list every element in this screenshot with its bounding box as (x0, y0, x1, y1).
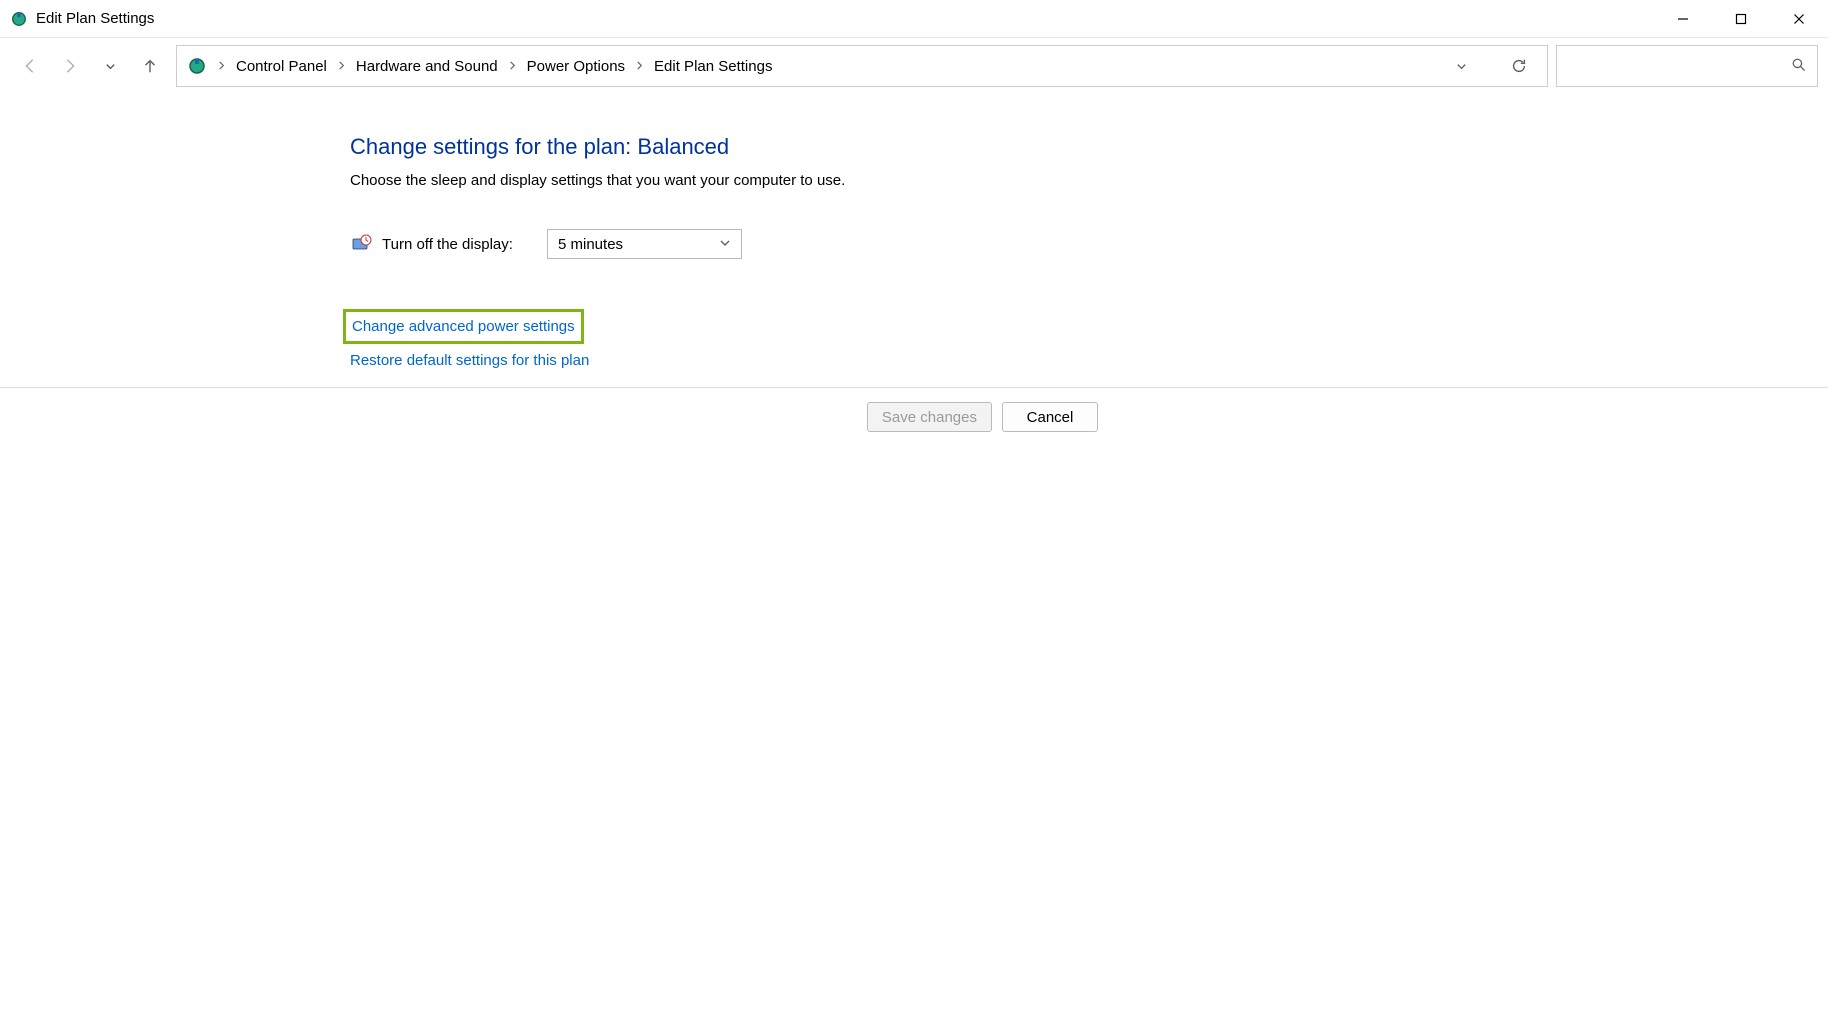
monitor-clock-icon (350, 233, 372, 255)
chevron-right-icon[interactable] (629, 59, 650, 73)
address-bar[interactable]: Control Panel Hardware and Sound Power O… (176, 45, 1548, 87)
breadcrumb-power-options[interactable]: Power Options (523, 52, 629, 81)
page-heading: Change settings for the plan: Balanced (350, 134, 1828, 160)
recent-locations-button[interactable] (90, 46, 130, 86)
search-icon[interactable] (1791, 57, 1807, 76)
page-subtext: Choose the sleep and display settings th… (350, 172, 1828, 189)
close-button[interactable] (1770, 0, 1828, 37)
breadcrumb-hardware-sound[interactable]: Hardware and Sound (352, 52, 502, 81)
refresh-button[interactable] (1505, 46, 1533, 86)
up-button[interactable] (130, 46, 170, 86)
chevron-down-icon (719, 236, 731, 253)
maximize-button[interactable] (1712, 0, 1770, 37)
titlebar: Edit Plan Settings (0, 0, 1828, 38)
minimize-button[interactable] (1654, 0, 1712, 37)
search-input[interactable] (1567, 58, 1791, 74)
control-panel-icon (187, 56, 207, 76)
address-history-button[interactable] (1447, 46, 1475, 86)
chevron-right-icon[interactable] (211, 59, 232, 73)
display-timeout-dropdown[interactable]: 5 minutes (547, 229, 742, 259)
window-controls (1654, 0, 1828, 37)
save-changes-button[interactable]: Save changes (867, 402, 992, 432)
app-icon (10, 10, 28, 28)
chevron-right-icon[interactable] (331, 59, 352, 73)
button-bar: Save changes Cancel (0, 388, 1828, 446)
main-content: Change settings for the plan: Balanced C… (0, 94, 1828, 369)
cancel-button[interactable]: Cancel (1002, 402, 1098, 432)
navbar: Control Panel Hardware and Sound Power O… (0, 38, 1828, 94)
change-advanced-power-link[interactable]: Change advanced power settings (343, 309, 584, 344)
restore-defaults-link[interactable]: Restore default settings for this plan (350, 352, 1828, 369)
display-setting-row: Turn off the display: 5 minutes (350, 229, 1828, 259)
search-box[interactable] (1556, 45, 1818, 87)
window-title: Edit Plan Settings (36, 10, 154, 27)
breadcrumb-edit-plan[interactable]: Edit Plan Settings (650, 52, 776, 81)
forward-button[interactable] (50, 46, 90, 86)
chevron-right-icon[interactable] (502, 59, 523, 73)
display-setting-label: Turn off the display: (382, 236, 537, 253)
dropdown-value: 5 minutes (558, 236, 623, 253)
back-button[interactable] (10, 46, 50, 86)
breadcrumb-control-panel[interactable]: Control Panel (232, 52, 331, 81)
